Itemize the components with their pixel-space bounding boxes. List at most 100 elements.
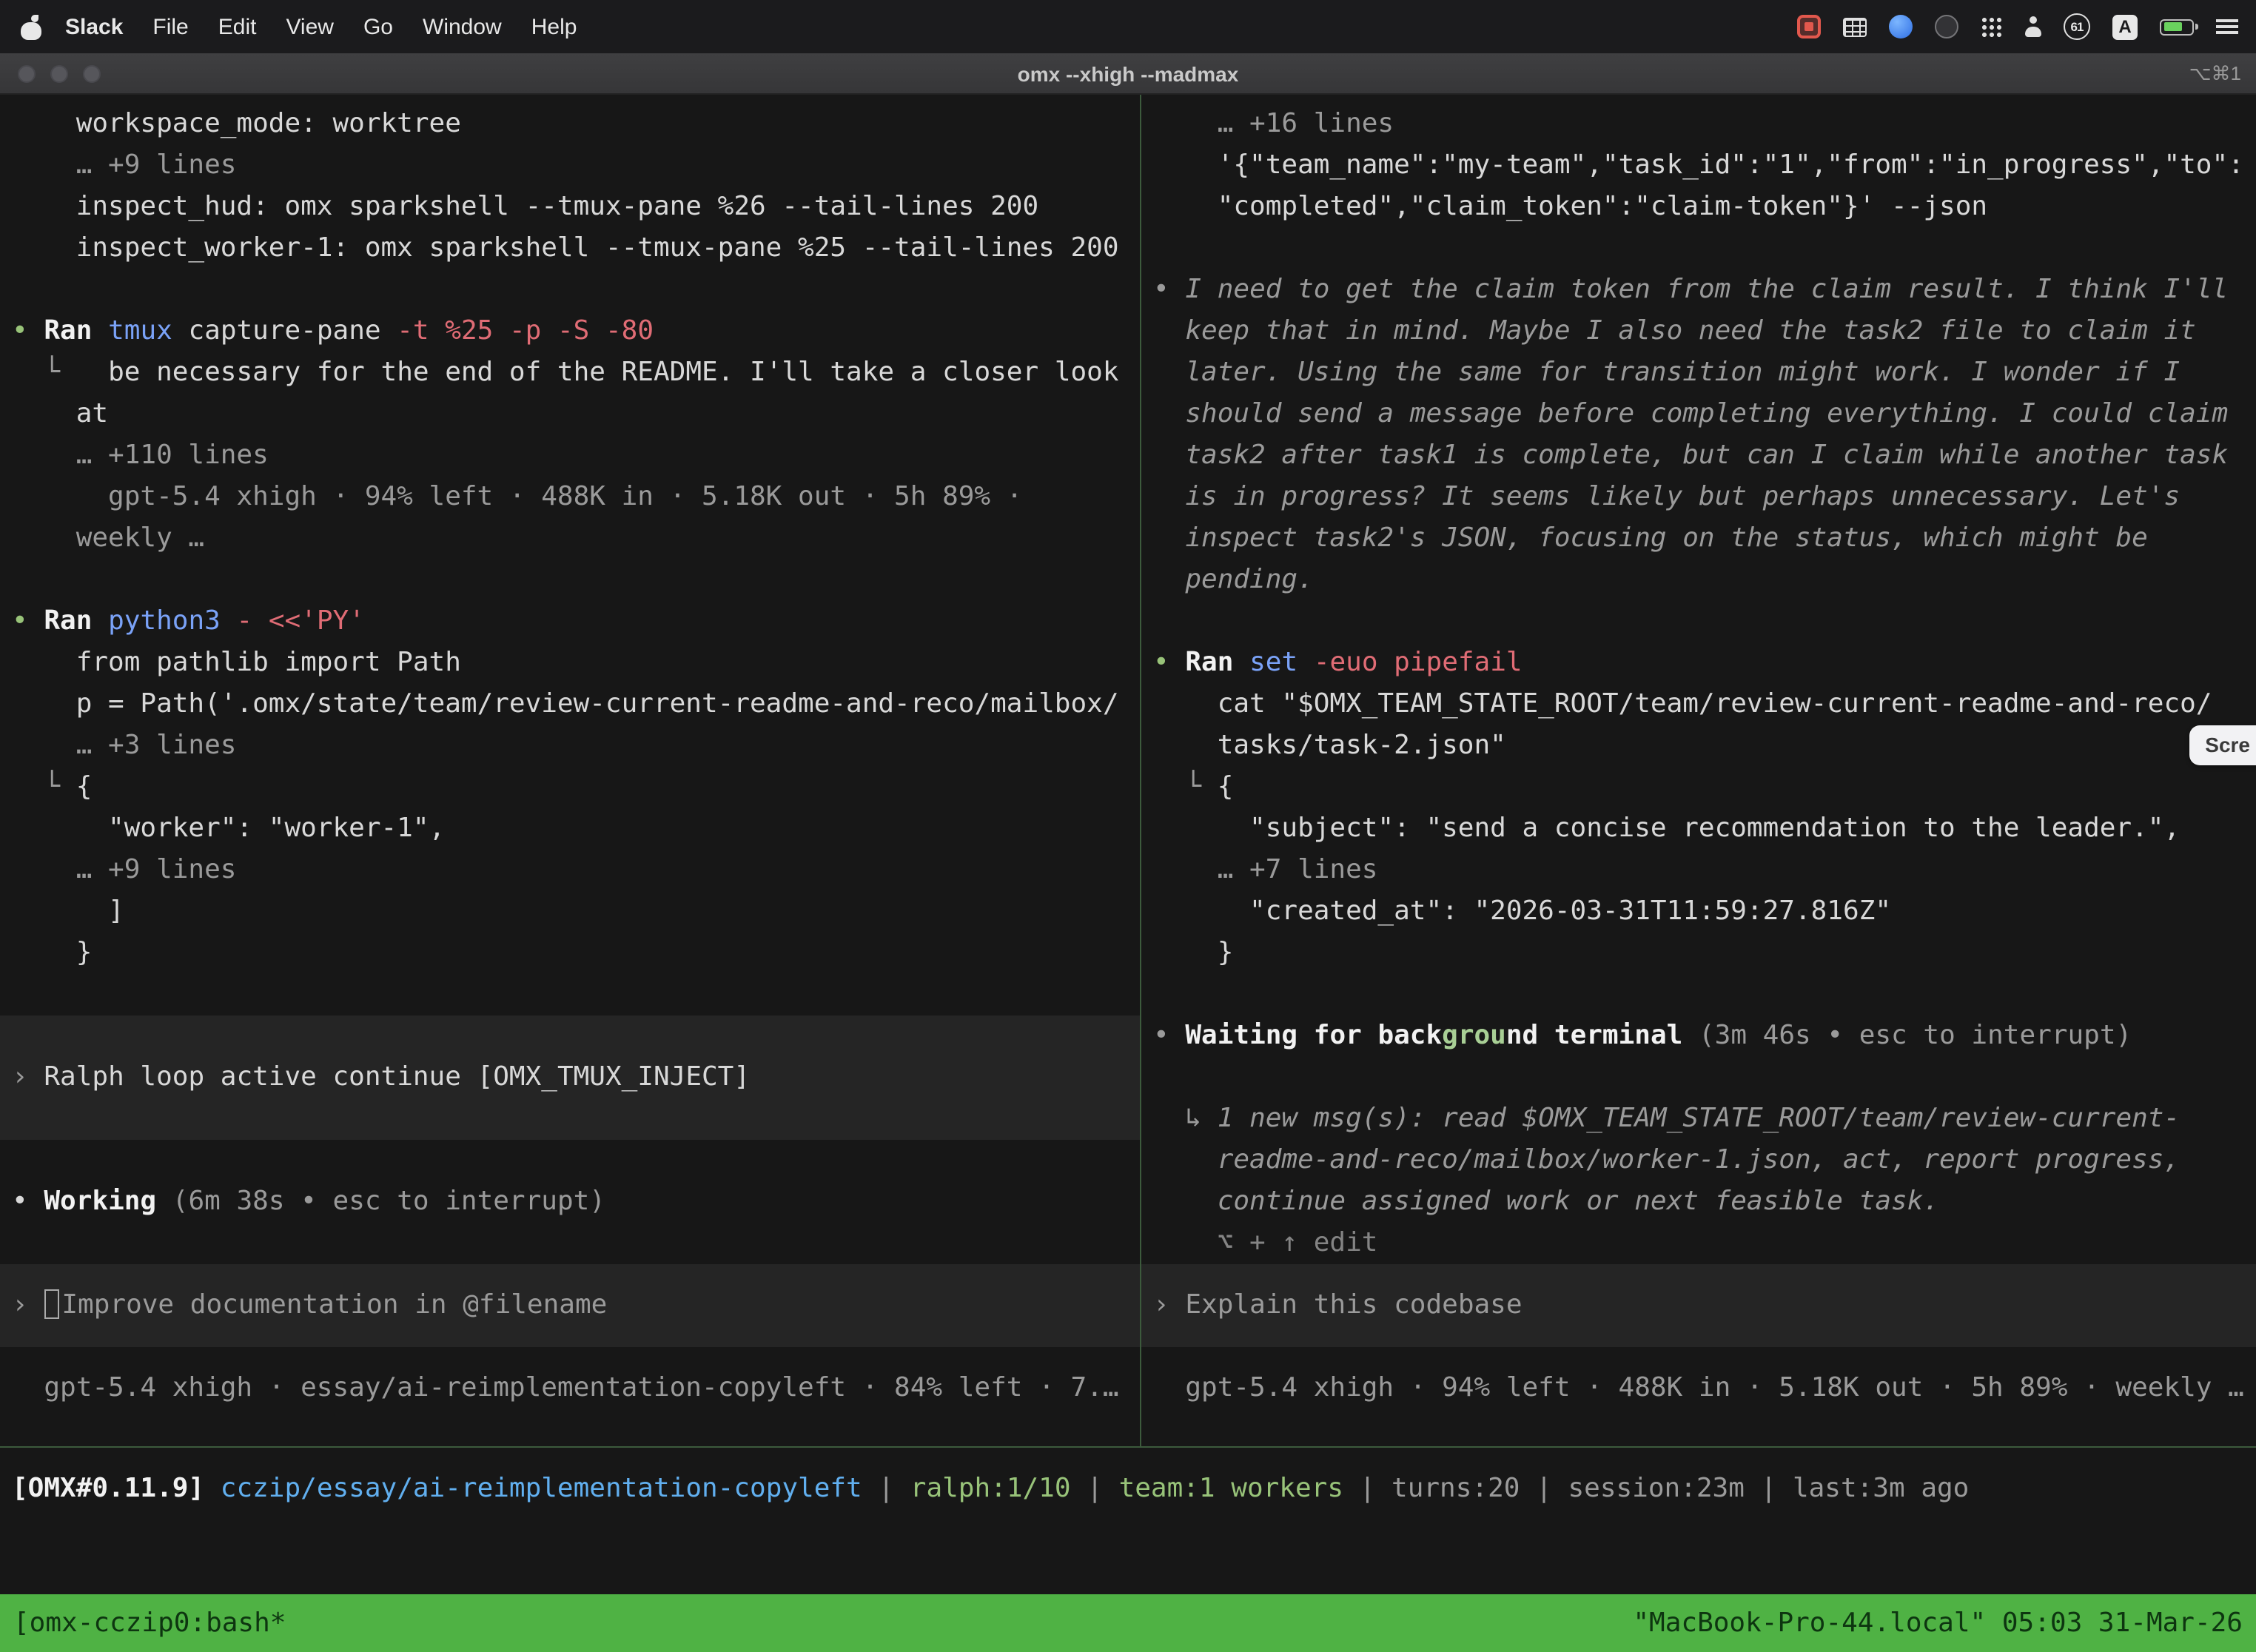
terminal-line: inspect_worker-1: omx sparkshell --tmux-… bbox=[0, 228, 1140, 269]
text-cursor bbox=[44, 1289, 58, 1318]
terminal-text: } bbox=[1153, 937, 1233, 968]
terminal-text: -euo pipefail bbox=[1314, 647, 1523, 678]
terminal-text: ] bbox=[12, 896, 124, 927]
terminal-line: } bbox=[1141, 933, 2256, 974]
terminal-text: › bbox=[12, 1289, 44, 1320]
terminal-line: task2 after task1 is complete, but can I… bbox=[1141, 435, 2256, 477]
ralph-queue-box[interactable]: › Ralph loop active continue [OMX_TMUX_I… bbox=[0, 1015, 1140, 1140]
terminal-text: { bbox=[76, 771, 93, 802]
menubar-item-view[interactable]: View bbox=[271, 14, 349, 39]
person-icon[interactable] bbox=[2024, 16, 2041, 37]
omx-status-line: [OMX#0.11.9] cczip/essay/ai-reimplementa… bbox=[12, 1468, 1969, 1510]
dots-grid-icon[interactable] bbox=[1981, 16, 2001, 37]
terminal-line: gpt-5.4 xhigh · 94% left · 488K in · 5.1… bbox=[0, 477, 1140, 518]
screen-share-chip[interactable]: Scre bbox=[2189, 725, 2256, 765]
terminal-text: | bbox=[862, 1473, 910, 1504]
terminal-text: later. Using the same for transition mig… bbox=[1153, 357, 2180, 388]
terminal-text: weekly … bbox=[12, 523, 204, 554]
terminal-text: should send a message before completing … bbox=[1153, 398, 2228, 429]
prompt-line: › Explain this codebase bbox=[1141, 1285, 2256, 1326]
terminal-text: › bbox=[1153, 1289, 1185, 1320]
grid-icon[interactable] bbox=[1843, 17, 1867, 36]
terminal-blank-line bbox=[1141, 1057, 2256, 1098]
terminal-text: • bbox=[1153, 274, 1185, 305]
pane-divider-horizontal bbox=[0, 1446, 2256, 1448]
terminal-text: Working bbox=[44, 1186, 172, 1217]
terminal-line: keep that in mind. Maybe I also need the… bbox=[1141, 311, 2256, 352]
menubar-item-go[interactable]: Go bbox=[349, 14, 408, 39]
terminal-text: Ralph loop active continue [OMX_TMUX_INJ… bbox=[44, 1061, 750, 1092]
terminal-line: pending. bbox=[1141, 560, 2256, 601]
dark-app-icon[interactable] bbox=[1935, 15, 1958, 38]
terminal-text: tmux bbox=[108, 315, 188, 346]
terminal-blank-line bbox=[1141, 228, 2256, 269]
terminal-text: "completed","claim_token":"claim-token"}… bbox=[1153, 191, 1987, 222]
menubar-item-file[interactable]: File bbox=[138, 14, 203, 39]
battery-icon[interactable] bbox=[2160, 19, 2194, 35]
terminal-text: from pathlib import Path bbox=[12, 647, 461, 678]
menubar-item-edit[interactable]: Edit bbox=[204, 14, 272, 39]
terminal-text: { bbox=[1218, 771, 1234, 802]
terminal-text: [OMX#0.11.9] bbox=[12, 1473, 204, 1504]
menubar-item-help[interactable]: Help bbox=[517, 14, 592, 39]
terminal-line: └ be necessary for the end of the README… bbox=[0, 352, 1140, 394]
terminal-line: ⌥ + ↑ edit bbox=[1141, 1223, 2256, 1264]
terminal-line: … +9 lines bbox=[0, 850, 1140, 891]
menubar-status-icons: 61 A bbox=[1797, 13, 2238, 40]
terminal-text: grou bbox=[1442, 1020, 1506, 1051]
terminal-line: weekly … bbox=[0, 518, 1140, 560]
terminal-text: task2 after task1 is complete, but can I… bbox=[1153, 440, 2228, 471]
composer-input-left[interactable]: › Improve documentation in @filename bbox=[0, 1264, 1140, 1347]
blue-app-icon[interactable] bbox=[1889, 15, 1913, 38]
tmux-pane-right[interactable]: … +16 lines '{"team_name":"my-team","tas… bbox=[1141, 95, 2256, 1446]
tmux-host-time: "MacBook-Pro-44.local" 05:03 31-Mar-26 bbox=[1633, 1602, 2243, 1644]
terminal-text: readme-and-reco/mailbox/worker-1.json, a… bbox=[1153, 1144, 2180, 1175]
terminal-line: '{"team_name":"my-team","task_id":"1","f… bbox=[1141, 145, 2256, 187]
terminal-text: Ran bbox=[44, 315, 108, 346]
pane-status-line: gpt-5.4 xhigh · 94% left · 488K in · 5.1… bbox=[1141, 1368, 2256, 1409]
terminal-line: readme-and-reco/mailbox/worker-1.json, a… bbox=[1141, 1140, 2256, 1181]
terminal-line: p = Path('.omx/state/team/review-current… bbox=[0, 684, 1140, 725]
terminal-text: inspect_hud: omx sparkshell --tmux-pane … bbox=[12, 191, 1038, 222]
terminal-text: cczip/essay/ai-reimplementation-copyleft bbox=[221, 1473, 862, 1504]
terminal-text: capture-pane bbox=[188, 315, 397, 346]
macos-menubar: Slack File Edit View Go Window Help 61 A bbox=[0, 0, 2256, 53]
terminal-line: … +9 lines bbox=[0, 145, 1140, 187]
menubar-item-window[interactable]: Window bbox=[408, 14, 517, 39]
screen: Slack File Edit View Go Window Help 61 A bbox=[0, 0, 2256, 1652]
menu-lines-icon[interactable] bbox=[2216, 18, 2238, 36]
terminal-text: | bbox=[1745, 1473, 1793, 1504]
badge-61-icon[interactable]: 61 bbox=[2064, 13, 2090, 40]
terminal-text: '{"team_name":"my-team","task_id":"1","f… bbox=[1153, 150, 2244, 181]
terminal-line: continue assigned work or next feasible … bbox=[1141, 1181, 2256, 1223]
terminal-line: └ { bbox=[0, 767, 1140, 808]
terminal-text: -t %25 -p -S -80 bbox=[397, 315, 654, 346]
terminal-text: 1 new msg(s): read $OMX_TEAM_STATE_ROOT/… bbox=[1218, 1103, 2180, 1134]
prompt-line: › Ralph loop active continue [OMX_TMUX_I… bbox=[0, 1057, 1140, 1098]
terminal-text: (6m 38s • esc to interrupt) bbox=[172, 1186, 605, 1217]
terminal-text: └ bbox=[1153, 771, 1218, 802]
tmux-session-name: [omx-cczip0:bash* bbox=[13, 1602, 286, 1644]
tmux-pane-left[interactable]: workspace_mode: worktree … +9 lines insp… bbox=[0, 95, 1140, 1446]
terminal-line: … +7 lines bbox=[1141, 850, 2256, 891]
menubar-app-name[interactable]: Slack bbox=[50, 14, 138, 39]
pane-divider-vertical[interactable] bbox=[1140, 95, 1141, 1446]
terminal-text: • bbox=[1153, 647, 1185, 678]
terminal-blank-line bbox=[0, 1140, 1140, 1181]
terminal-line: • Ran python3 - <<'PY' bbox=[0, 601, 1140, 642]
menubar-menus: Slack File Edit View Go Window Help bbox=[18, 14, 591, 39]
terminal-line: • Waiting for background terminal (3m 46… bbox=[1141, 1015, 2256, 1057]
terminal-text: • bbox=[12, 605, 44, 637]
terminal-text: | bbox=[1520, 1473, 1568, 1504]
input-source-icon[interactable]: A bbox=[2112, 14, 2138, 39]
terminal-text: Waiting for back bbox=[1185, 1020, 1442, 1051]
terminal-text: nd terminal bbox=[1506, 1020, 1699, 1051]
terminal-line: … +110 lines bbox=[0, 435, 1140, 477]
apple-menu-icon[interactable] bbox=[21, 14, 41, 39]
terminal-line: • Working (6m 38s • esc to interrupt) bbox=[0, 1181, 1140, 1223]
composer-input-right[interactable]: › Explain this codebase bbox=[1141, 1264, 2256, 1347]
terminal-text: workspace_mode: worktree bbox=[12, 108, 461, 139]
screen-recording-indicator-icon[interactable] bbox=[1797, 15, 1821, 38]
terminal-blank-line bbox=[0, 1223, 1140, 1264]
window-titlebar[interactable]: omx --xhigh --madmax ⌥⌘1 bbox=[0, 53, 2256, 95]
